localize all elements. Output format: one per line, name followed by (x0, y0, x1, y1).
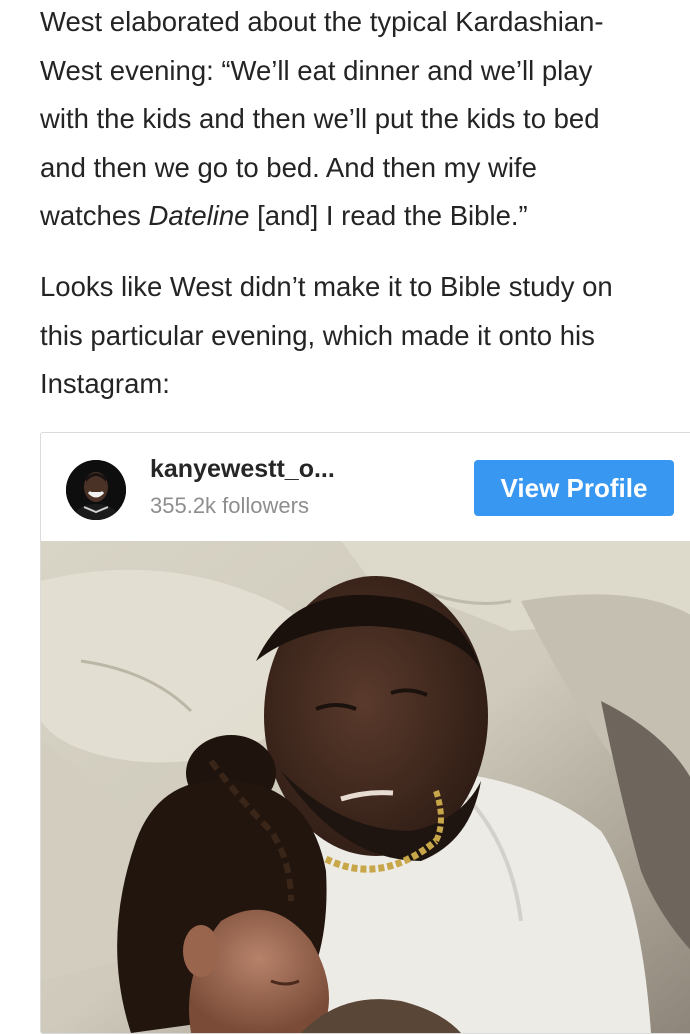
show-title-italic: Dateline (148, 200, 250, 231)
text-line: and then we go to bed. And then my wife (40, 151, 537, 183)
follower-count: 355.2k followers (150, 493, 309, 518)
view-profile-button[interactable]: View Profile (474, 460, 674, 516)
text-line: Looks like West didn’t make it to Bible … (40, 271, 613, 302)
embed-header: kanyewestt_o... 355.2k followers View Pr… (41, 433, 690, 541)
paragraph-quote: West elaborated about the typical Kardas… (40, 0, 680, 241)
profile-photo-icon (66, 460, 126, 520)
post-photo-icon[interactable] (41, 541, 690, 1033)
avatar[interactable] (66, 460, 126, 520)
text-fragment: watches (40, 200, 149, 231)
text-line: West evening: “We’ll eat dinner and we’l… (40, 54, 593, 86)
text-line: with the kids and then we’ll put the kid… (40, 103, 600, 134)
paragraph-intro-embed: Looks like West didn’t make it to Bible … (40, 263, 680, 409)
text-fragment: [and] I read the Bible.” (249, 200, 528, 231)
text-line: watches Dateline [and] I read the Bible.… (40, 192, 680, 241)
text-line: this particular evening, which made it o… (40, 319, 595, 351)
text-line: West elaborated about the typical Kardas… (40, 6, 604, 37)
instagram-embed: kanyewestt_o... 355.2k followers View Pr… (40, 432, 690, 1034)
text-line: Instagram: (40, 368, 170, 399)
username[interactable]: kanyewestt_o... (150, 455, 335, 484)
